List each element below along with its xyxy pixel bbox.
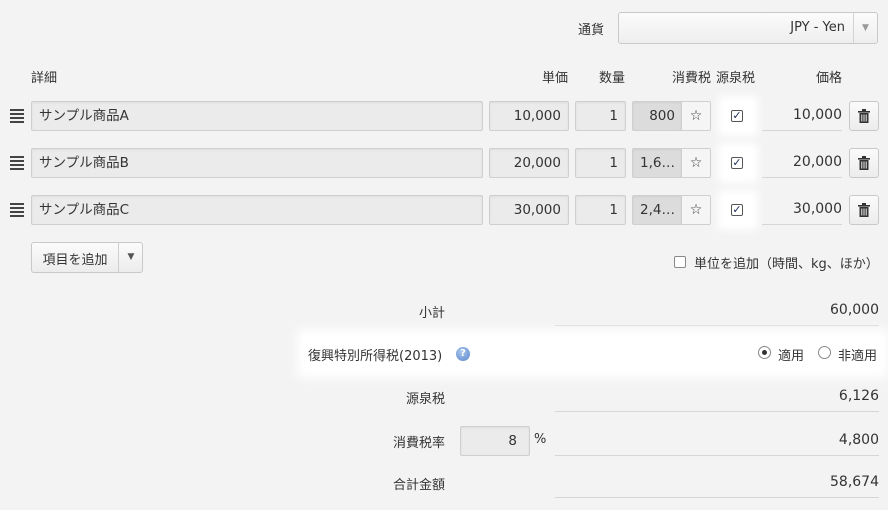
item-unit-price-input[interactable]: 20,000 — [489, 148, 569, 178]
drag-handle-icon[interactable] — [10, 109, 24, 125]
star-icon[interactable]: ☆ — [681, 148, 711, 178]
apply-radio[interactable] — [758, 346, 771, 359]
add-item-label: 項目を追加 — [42, 253, 108, 268]
item-tax-field: 2,4… — [632, 195, 682, 225]
item-amount: 20,000 — [762, 148, 842, 178]
header-detail: 詳細 — [31, 71, 58, 86]
item-tax-field: 1,6… — [632, 148, 682, 178]
total-label: 合計金額 — [392, 478, 445, 493]
header-withholding-tax: 源泉税 — [716, 71, 756, 86]
drag-handle-icon[interactable] — [10, 156, 24, 172]
withholding-checkbox[interactable]: ✓ — [731, 157, 743, 169]
item-unit-price-input[interactable]: 10,000 — [489, 101, 569, 131]
header-unit-price: 単価 — [542, 71, 569, 86]
reconstruction-tax-label: 復興特別所得税(2013) — [308, 349, 443, 364]
star-icon[interactable]: ☆ — [681, 101, 711, 131]
star-icon[interactable]: ☆ — [681, 195, 711, 225]
withholding-value: 6,126 — [555, 382, 879, 412]
trash-icon[interactable] — [849, 148, 879, 178]
item-unit-price-input[interactable]: 30,000 — [489, 195, 569, 225]
withholding-checkbox[interactable]: ✓ — [731, 204, 743, 216]
add-item-button[interactable]: 項目を追加 ▼ — [31, 242, 143, 273]
item-amount: 10,000 — [762, 101, 842, 131]
currency-select[interactable]: JPY - Yen ▼ — [618, 12, 878, 44]
item-description-input[interactable]: サンプル商品C — [31, 195, 483, 225]
item-quantity-input[interactable]: 1 — [575, 195, 626, 225]
chevron-down-icon: ▼ — [853, 13, 877, 43]
trash-icon[interactable] — [849, 101, 879, 131]
item-description-input[interactable]: サンプル商品A — [31, 101, 483, 131]
item-quantity-input[interactable]: 1 — [575, 148, 626, 178]
not-apply-radio[interactable] — [818, 346, 831, 359]
header-price: 価格 — [816, 71, 843, 86]
currency-value: JPY - Yen — [790, 20, 845, 35]
item-tax-field: 800 — [632, 101, 682, 131]
withholding-label: 源泉税 — [405, 392, 445, 407]
currency-label: 通貨 — [578, 23, 605, 38]
apply-label: 適用 — [778, 349, 805, 364]
withholding-checkbox[interactable]: ✓ — [731, 110, 743, 122]
percent-sign: % — [534, 432, 547, 447]
add-unit-label: 単位を追加（時間、kg、ほか） — [694, 257, 879, 272]
subtotal-label: 小計 — [418, 306, 445, 321]
header-consumption-tax: 消費税 — [672, 71, 712, 86]
tax-rate-label: 消費税率 — [392, 436, 445, 451]
add-unit-checkbox[interactable] — [674, 256, 686, 268]
tax-rate-input[interactable]: 8 — [460, 426, 530, 456]
help-icon[interactable]: ? — [456, 347, 470, 361]
chevron-down-icon[interactable]: ▼ — [118, 243, 143, 272]
trash-icon[interactable] — [849, 195, 879, 225]
total-value: 58,674 — [555, 468, 879, 498]
header-quantity: 数量 — [599, 71, 626, 86]
item-quantity-input[interactable]: 1 — [575, 101, 626, 131]
tax-rate-amount: 4,800 — [555, 426, 879, 456]
subtotal-value: 60,000 — [555, 296, 879, 326]
drag-handle-icon[interactable] — [10, 203, 24, 219]
item-amount: 30,000 — [762, 195, 842, 225]
not-apply-label: 非適用 — [838, 349, 878, 364]
item-description-input[interactable]: サンプル商品B — [31, 148, 483, 178]
